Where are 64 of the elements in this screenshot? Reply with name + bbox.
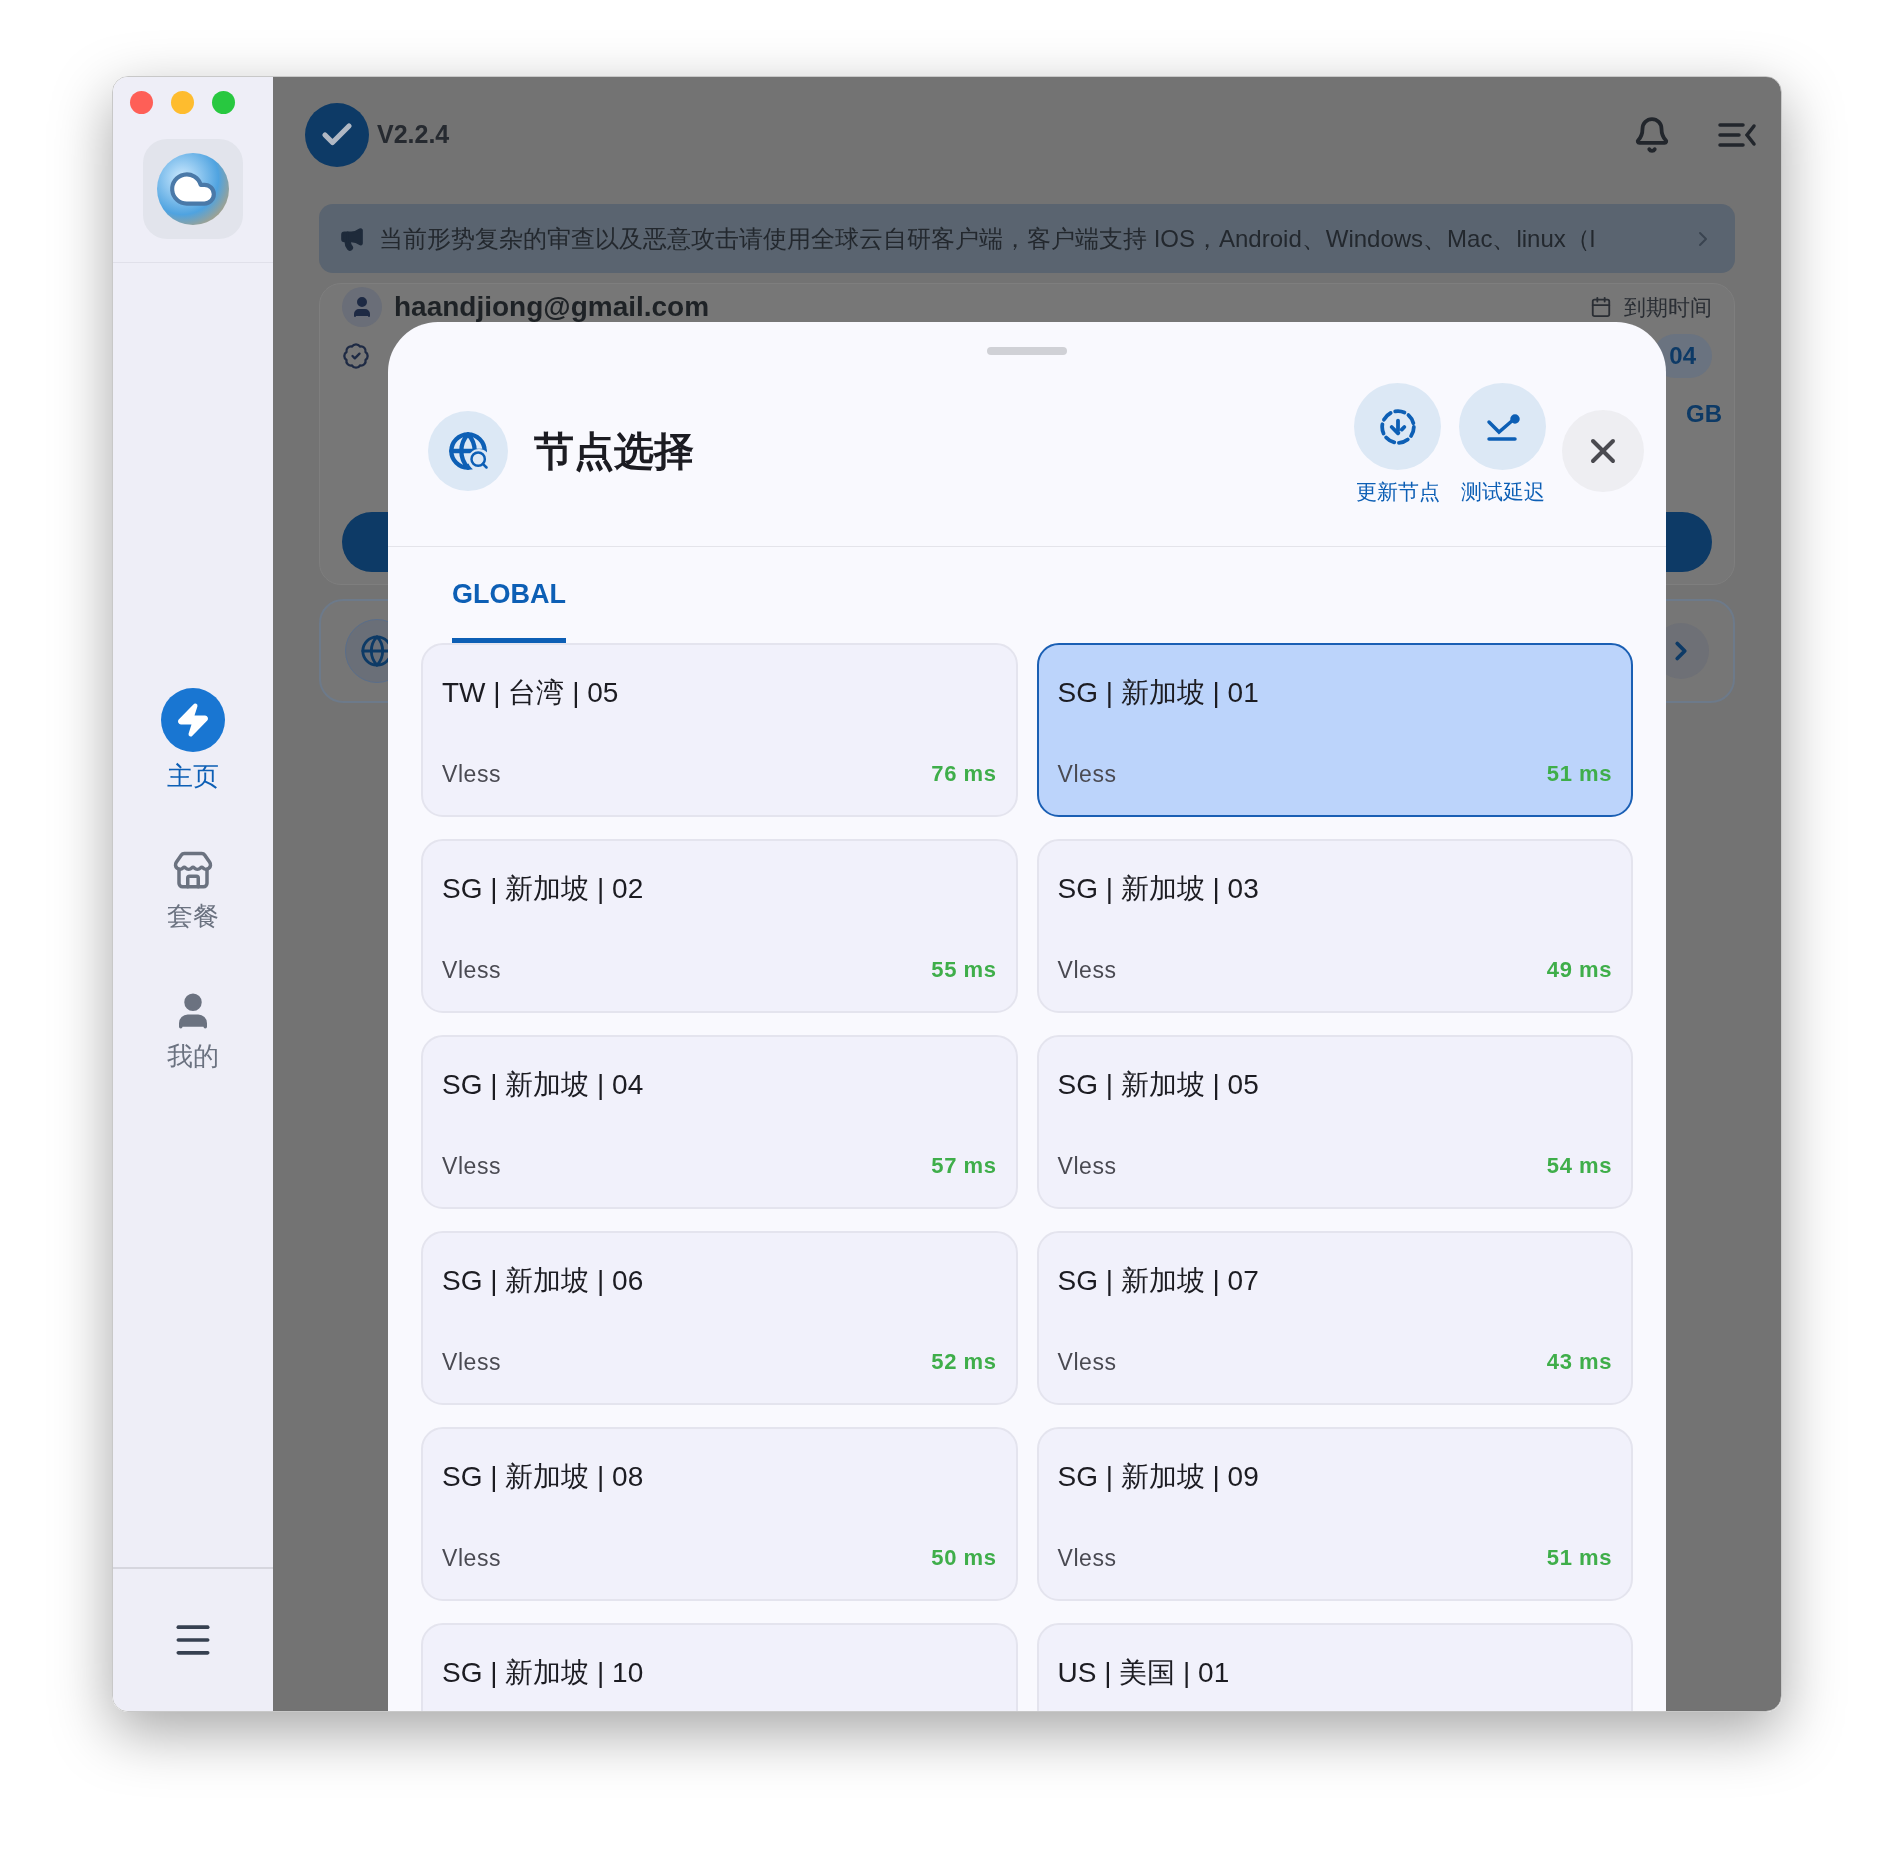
node-card[interactable]: US | 美国 | 01 (1036, 1623, 1633, 1711)
node-protocol: Vless (442, 955, 502, 985)
node-name: SG | 新加坡 | 03 (1057, 872, 1260, 906)
node-latency: 51 ms (1546, 1544, 1612, 1573)
sidebar-nav-item[interactable]: 主页 (153, 688, 233, 792)
notification-bell-icon[interactable] (1633, 115, 1671, 154)
node-name: SG | 新加坡 | 01 (1057, 676, 1260, 710)
node-latency: 50 ms (931, 1544, 997, 1573)
node-protocol: Vless (442, 1151, 502, 1181)
node-card[interactable]: SG | 新加坡 | 05 Vless 54 ms (1036, 1035, 1633, 1209)
node-name: TW | 台湾 | 05 (442, 676, 620, 710)
node-name: SG | 新加坡 | 10 (442, 1656, 645, 1690)
node-latency: 76 ms (931, 760, 997, 789)
node-card[interactable]: SG | 新加坡 | 10 (421, 1623, 1018, 1711)
sidebar-nav-item[interactable]: 我的 (159, 990, 227, 1072)
node-card[interactable]: SG | 新加坡 | 07 Vless 43 ms (1036, 1231, 1633, 1405)
download-circle-icon (1378, 407, 1417, 446)
node-card[interactable]: SG | 新加坡 | 06 Vless 52 ms (421, 1231, 1018, 1405)
node-protocol: Vless (1057, 1151, 1117, 1181)
drag-handle[interactable] (987, 347, 1067, 355)
node-protocol: Vless (1057, 1347, 1117, 1377)
store-icon (172, 850, 214, 892)
node-name: SG | 新加坡 | 04 (442, 1068, 645, 1102)
version-label: V2.2.4 (377, 118, 450, 150)
node-card[interactable]: SG | 新加坡 | 08 Vless 50 ms (421, 1427, 1018, 1601)
node-protocol: Vless (1057, 759, 1117, 789)
traffic-value: GB (1686, 399, 1722, 429)
node-protocol: Vless (1057, 1543, 1117, 1573)
expiry-label: 到期时间 (1624, 293, 1712, 322)
speed-test-icon (1484, 411, 1521, 442)
node-protocol: Vless (442, 1543, 502, 1573)
node-card[interactable]: TW | 台湾 | 05 Vless 76 ms (421, 643, 1018, 817)
verified-badge-icon (342, 342, 370, 370)
node-name: SG | 新加坡 | 09 (1057, 1460, 1260, 1494)
calendar-icon (1590, 296, 1612, 318)
close-window-button[interactable] (130, 91, 153, 114)
account-email: haandjiong@gmail.com (394, 290, 710, 324)
user-avatar-icon (342, 287, 382, 327)
node-latency: 54 ms (1546, 1152, 1612, 1181)
node-card[interactable]: SG | 新加坡 | 01 Vless 51 ms (1036, 643, 1633, 817)
node-latency: 49 ms (1546, 956, 1612, 985)
node-name: SG | 新加坡 | 08 (442, 1460, 645, 1494)
node-protocol: Vless (1057, 955, 1117, 985)
node-name: SG | 新加坡 | 05 (1057, 1068, 1260, 1102)
node-name: SG | 新加坡 | 07 (1057, 1264, 1260, 1298)
node-card[interactable]: SG | 新加坡 | 03 Vless 49 ms (1036, 839, 1633, 1013)
sidebar-nav-item[interactable]: 套餐 (159, 850, 227, 932)
megaphone-icon (339, 225, 365, 252)
zoom-window-button[interactable] (212, 91, 235, 114)
node-name: US | 美国 | 01 (1057, 1656, 1231, 1690)
node-latency: 52 ms (931, 1348, 997, 1377)
node-card[interactable]: SG | 新加坡 | 02 Vless 55 ms (421, 839, 1018, 1013)
node-latency: 55 ms (931, 956, 997, 985)
node-name: SG | 新加坡 | 06 (442, 1264, 645, 1298)
node-protocol: Vless (442, 1347, 502, 1377)
node-latency: 57 ms (931, 1152, 997, 1181)
node-card[interactable]: SG | 新加坡 | 09 Vless 51 ms (1036, 1427, 1633, 1601)
node-name: SG | 新加坡 | 02 (442, 872, 645, 906)
node-card[interactable]: SG | 新加坡 | 04 Vless 57 ms (421, 1035, 1018, 1209)
node-latency: 51 ms (1546, 760, 1612, 789)
announcement-text: 当前形势复杂的审查以及恶意攻击请使用全球云自研客户端，客户端支持 IOS，Android、Windows、Mac、linux（l (379, 223, 1597, 254)
sheet-title: 节点选择 (534, 427, 694, 475)
node-protocol: Vless (442, 759, 502, 789)
node-latency: 43 ms (1546, 1348, 1612, 1377)
